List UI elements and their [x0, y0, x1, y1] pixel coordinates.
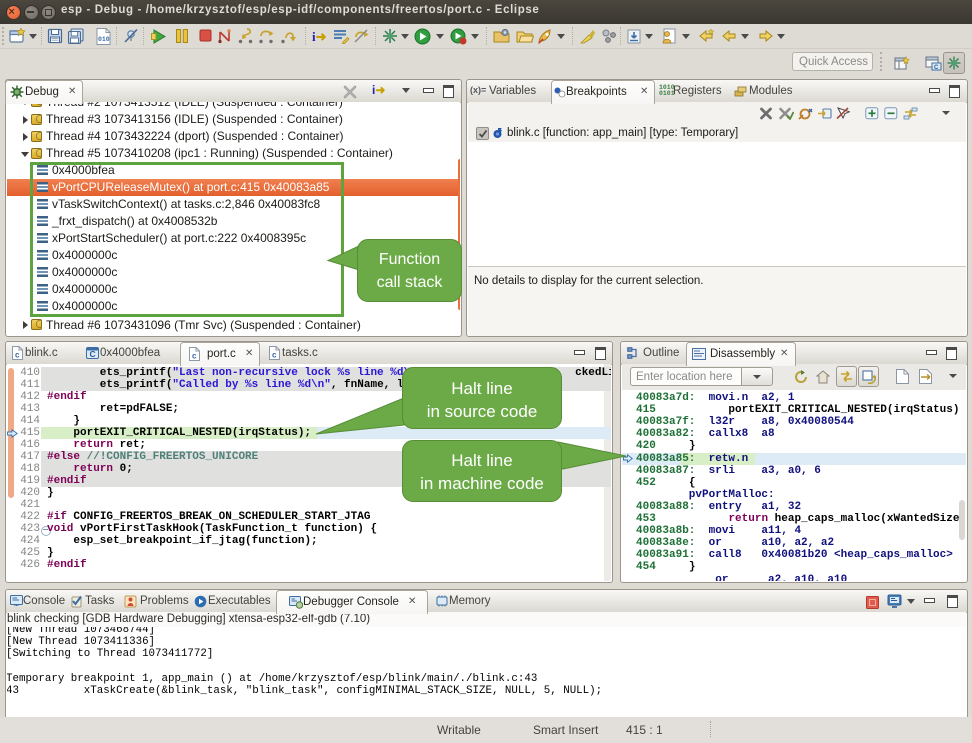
svg-text:c: c: [15, 351, 20, 360]
svg-text:c: c: [192, 352, 197, 361]
svg-text:C: C: [90, 349, 96, 359]
svg-text:C: C: [934, 65, 939, 71]
svg-text:010: 010: [98, 36, 110, 43]
svg-text:c: c: [272, 351, 277, 360]
